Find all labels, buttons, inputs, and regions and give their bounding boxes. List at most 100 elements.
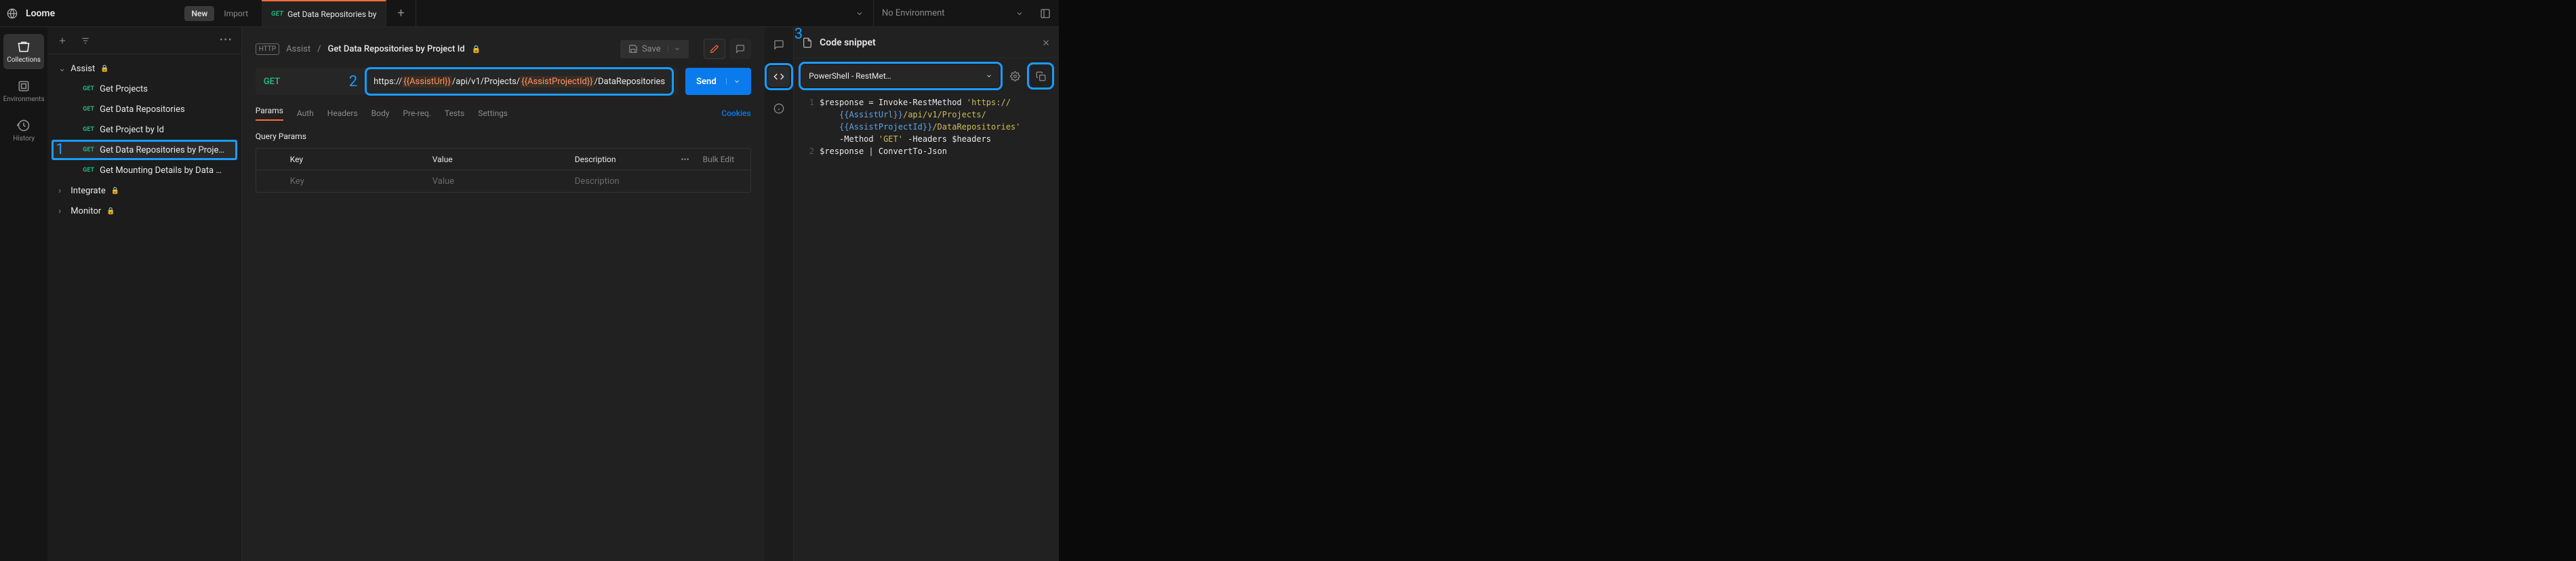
tab-settings[interactable]: Settings <box>478 109 508 118</box>
breadcrumb-name[interactable]: Get Data Repositories by Project Id <box>327 44 464 54</box>
request-get-data-repositories[interactable]: GET Get Data Repositories <box>47 99 241 119</box>
col-description: Description <box>568 155 656 164</box>
method-label: GET <box>83 106 94 113</box>
lock-icon: 🔒 <box>472 45 481 54</box>
folder-assist[interactable]: ⌄ Assist 🔒 <box>47 58 241 79</box>
param-desc-input[interactable]: Description <box>568 176 656 187</box>
environment-selector[interactable]: No Environment <box>873 0 1032 26</box>
request-get-project-by-id[interactable]: GET Get Project by Id <box>47 119 241 140</box>
new-tab-button[interactable]: + <box>386 0 416 26</box>
more-button[interactable]: ••• <box>217 31 236 50</box>
info-icon <box>773 103 784 114</box>
param-value-input[interactable]: Value <box>426 176 568 187</box>
lock-icon: 🔒 <box>106 208 115 215</box>
language-label: PowerShell - RestMet… <box>809 71 891 81</box>
http-badge: HTTP <box>256 43 279 55</box>
save-button[interactable]: Save <box>620 40 689 58</box>
col-actions[interactable]: ••• <box>656 155 696 164</box>
comment-icon <box>736 44 745 54</box>
send-chevron[interactable] <box>726 78 740 85</box>
tab-tests[interactable]: Tests <box>445 109 464 118</box>
method-selector[interactable]: GET <box>264 77 338 87</box>
rail-environments[interactable]: Environments <box>3 73 44 109</box>
tab-strip: GET Get Data Repositories by + <box>262 0 873 26</box>
request-label: Get Data Repositories <box>100 104 185 115</box>
url-part: https:// <box>374 77 402 87</box>
url-input[interactable]: https:// {{AssistUrl}} /api/v1/Projects/… <box>368 71 670 92</box>
save-chevron[interactable] <box>668 45 681 52</box>
copy-icon <box>1036 71 1046 81</box>
add-button[interactable] <box>53 31 72 50</box>
tabs-chevron[interactable] <box>846 9 873 18</box>
code-snippet-button[interactable] <box>768 66 790 87</box>
close-button[interactable] <box>1041 38 1051 47</box>
code-block[interactable]: 1$response = Invoke-RestMethod 'https://… <box>794 94 1059 160</box>
annotation-2: 2 <box>338 73 368 90</box>
tab-params[interactable]: Params <box>256 106 283 121</box>
request-get-projects[interactable]: GET Get Projects <box>47 79 241 99</box>
col-value: Value <box>426 155 568 164</box>
rail-history-label: History <box>13 135 35 142</box>
folder-integrate[interactable]: › Integrate 🔒 <box>47 180 241 201</box>
new-button[interactable]: New <box>184 6 214 21</box>
lock-icon: 🔒 <box>100 65 108 73</box>
close-icon <box>1041 38 1051 47</box>
filter-button[interactable] <box>76 31 95 50</box>
environment-label: No Environment <box>882 8 945 18</box>
request-get-mounting-details[interactable]: GET Get Mounting Details by Data … <box>47 160 241 180</box>
import-button[interactable]: Import <box>217 6 255 21</box>
tab-headers[interactable]: Headers <box>327 109 358 118</box>
info-sidebar-button[interactable] <box>773 103 784 114</box>
breadcrumb-parent[interactable]: Assist <box>286 44 310 54</box>
folder-monitor[interactable]: › Monitor 🔒 <box>47 201 241 221</box>
param-key-input[interactable]: Key <box>283 176 426 187</box>
tab-request[interactable]: GET Get Data Repositories by <box>262 0 386 26</box>
rail-collections[interactable]: Collections <box>3 34 44 69</box>
pencil-icon <box>710 44 719 54</box>
tab-auth[interactable]: Auth <box>297 109 314 118</box>
workspace-selector[interactable]: Loome New Import <box>0 0 262 26</box>
chevron-right-icon: › <box>58 206 66 216</box>
copy-button[interactable] <box>1030 66 1051 86</box>
tab-prereq[interactable]: Pre-req. <box>403 109 431 118</box>
folder-label: Monitor <box>71 206 101 216</box>
main-panel: HTTP Assist / Get Data Repositories by P… <box>242 27 765 561</box>
url-part: /DataRepositories <box>595 77 666 87</box>
comment-button[interactable] <box>729 39 751 59</box>
nav-rail: Collections Environments History <box>0 27 47 561</box>
url-variable: {{AssistUrl}} <box>402 76 452 88</box>
chevron-right-icon: › <box>58 186 66 196</box>
sidebar: ••• ⌄ Assist 🔒 GET Get Projects GET Get … <box>47 27 242 561</box>
send-button[interactable]: Send <box>685 68 751 95</box>
code-snippet-panel: Code snippet PowerShell - RestMet… 1$res… <box>793 27 1059 561</box>
language-selector[interactable]: PowerShell - RestMet… <box>802 65 999 87</box>
url-bar: GET 2 https:// {{AssistUrl}} /api/v1/Pro… <box>256 68 679 95</box>
settings-button[interactable] <box>1005 66 1025 86</box>
method-label: GET <box>83 167 94 174</box>
code-panel-title: Code snippet <box>820 37 876 48</box>
breadcrumb-sep: / <box>317 44 321 54</box>
env-quicklook-button[interactable] <box>1032 0 1059 26</box>
chevron-down-icon <box>986 73 992 79</box>
bulk-edit-link[interactable]: Bulk Edit <box>696 155 750 164</box>
filter-icon <box>81 36 90 45</box>
tab-title: Get Data Repositories by <box>287 9 376 19</box>
document-icon <box>802 37 813 48</box>
gear-icon <box>1010 71 1020 81</box>
rail-history[interactable]: History <box>3 113 44 148</box>
edit-button[interactable] <box>704 39 725 59</box>
sliders-icon <box>1040 8 1051 19</box>
params-table: Key Value Description ••• Bulk Edit Key … <box>256 148 751 193</box>
request-label: Get Mounting Details by Data … <box>100 166 222 176</box>
request-get-data-repositories-by-project[interactable]: GET Get Data Repositories by Proje… <box>52 140 237 160</box>
tab-body[interactable]: Body <box>371 109 390 118</box>
context-strip: 3 <box>765 27 794 561</box>
lock-icon: 🔒 <box>111 187 119 195</box>
tab-method-label: GET <box>271 10 283 18</box>
comments-sidebar-button[interactable] <box>773 39 784 50</box>
send-label: Send <box>696 77 717 87</box>
annotation-1: 1 <box>56 141 64 158</box>
comment-icon <box>773 39 784 50</box>
save-label: Save <box>642 44 661 54</box>
cookies-link[interactable]: Cookies <box>721 109 750 118</box>
